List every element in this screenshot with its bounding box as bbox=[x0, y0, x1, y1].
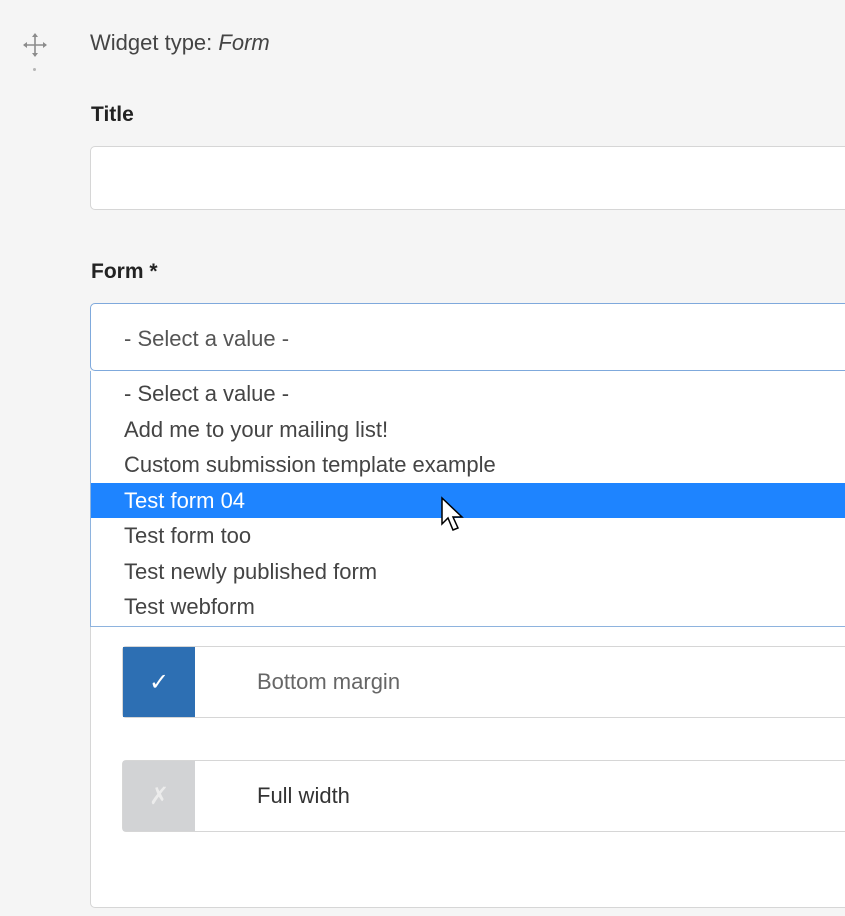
option-test-form-too[interactable]: Test form too bbox=[91, 518, 845, 554]
drag-dot bbox=[33, 68, 36, 71]
move-icon[interactable] bbox=[22, 32, 48, 58]
x-icon[interactable]: ✗ bbox=[123, 761, 195, 831]
form-label: Form * bbox=[91, 260, 158, 283]
title-label: Title bbox=[91, 103, 134, 126]
option-test-webform[interactable]: Test webform bbox=[91, 589, 845, 625]
option-custom-submission-template[interactable]: Custom submission template example bbox=[91, 447, 845, 483]
full-width-label: Full width bbox=[257, 783, 350, 808]
check-icon[interactable]: ✓ bbox=[123, 647, 195, 717]
form-options-dropdown: - Select a value - Add me to your mailin… bbox=[90, 371, 845, 627]
full-width-toggle[interactable]: ✗ Full width bbox=[122, 760, 845, 832]
form-select[interactable]: - Select a value - bbox=[90, 303, 845, 371]
title-input[interactable] bbox=[90, 146, 845, 210]
option-test-form-04[interactable]: Test form 04 bbox=[91, 482, 845, 518]
mouse-pointer-icon bbox=[440, 496, 466, 540]
bottom-margin-toggle[interactable]: ✓ Bottom margin bbox=[122, 646, 845, 718]
option-add-me-to-mailing-list[interactable]: Add me to your mailing list! bbox=[91, 412, 845, 448]
widget-type-value: Form bbox=[218, 30, 270, 55]
bottom-margin-label: Bottom margin bbox=[257, 669, 401, 694]
option-test-newly-published-form[interactable]: Test newly published form bbox=[91, 554, 845, 590]
option-select-a-value[interactable]: - Select a value - bbox=[91, 376, 845, 412]
widget-type-text: Widget type: Form bbox=[90, 30, 270, 56]
widget-type-label: Widget type: bbox=[90, 30, 213, 55]
